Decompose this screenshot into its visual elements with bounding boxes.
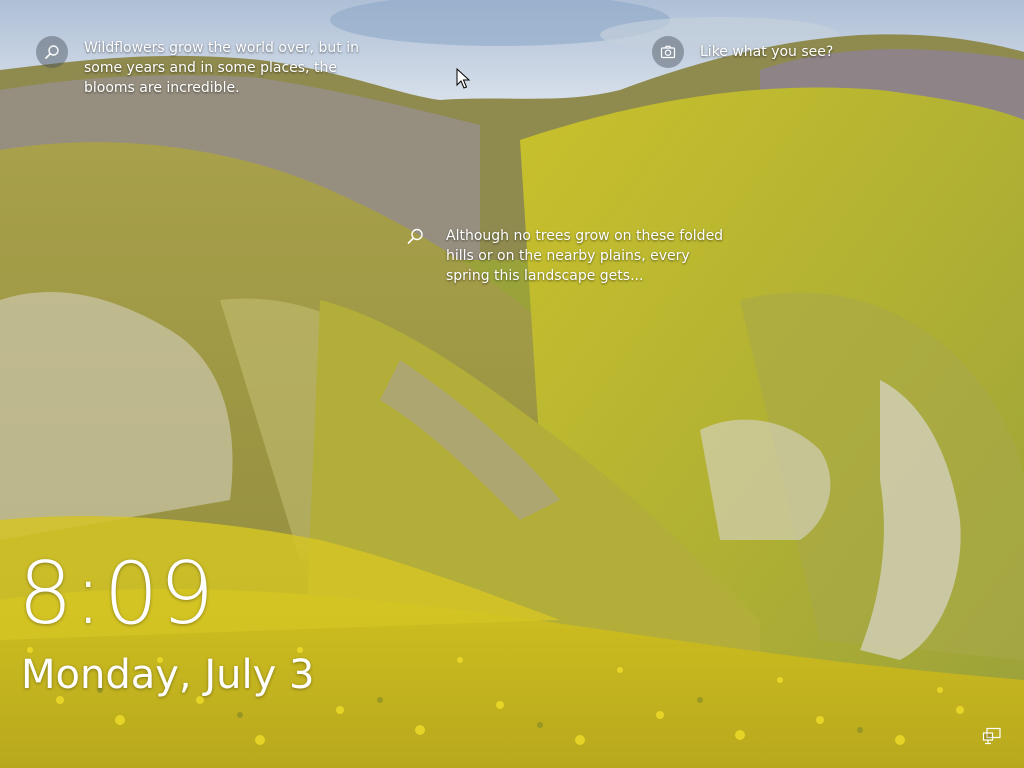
like-prompt-text[interactable]: Like what you see?	[700, 42, 890, 62]
search-icon	[45, 45, 59, 59]
network-icon[interactable]	[982, 727, 1002, 745]
like-what-you-see[interactable]: Like what you see?	[652, 36, 892, 70]
camera-icon	[660, 45, 676, 59]
hotspot-1-button[interactable]	[36, 36, 68, 68]
hotspot-1-text[interactable]: Wildflowers grow the world over, but in …	[84, 38, 374, 98]
lock-screen-time: 8:09	[18, 544, 216, 644]
spotlight-hotspot-2[interactable]: Although no trees grow on these folded h…	[404, 226, 734, 292]
hotspot-2-text[interactable]: Although no trees grow on these folded h…	[446, 226, 736, 286]
spotlight-hotspot-1[interactable]: Wildflowers grow the world over, but in …	[36, 36, 376, 106]
search-icon[interactable]	[404, 226, 426, 248]
camera-button[interactable]	[652, 36, 684, 68]
lock-screen-date: Monday, July 3	[21, 652, 315, 698]
lock-screen[interactable]: Wildflowers grow the world over, but in …	[0, 0, 1024, 768]
